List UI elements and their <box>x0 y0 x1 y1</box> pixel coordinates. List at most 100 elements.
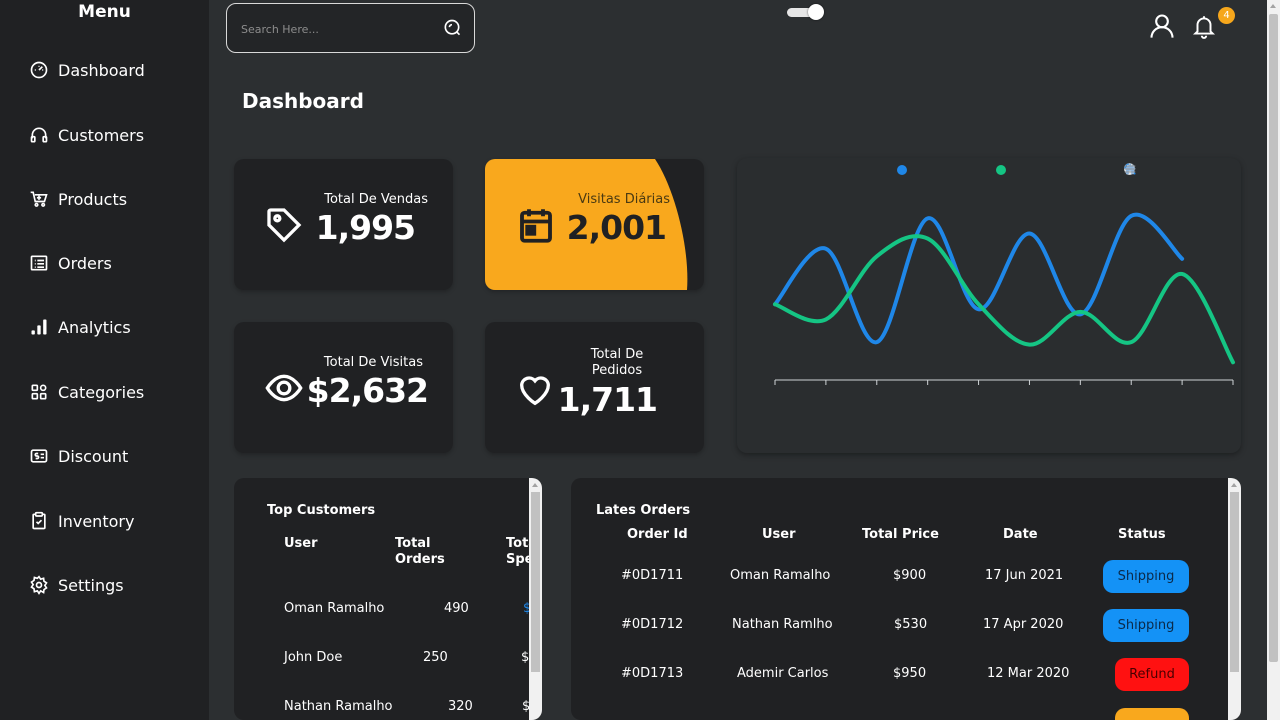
cell-user: Nathan Ramalho <box>284 699 393 714</box>
cell-date: 17 Jun 2021 <box>985 568 1064 583</box>
sidebar-item-label: Orders <box>58 253 112 273</box>
stat-card-total-orders: Total De Pedidos 1,711 <box>485 322 704 453</box>
magnifier-icon[interactable] <box>1124 162 1174 177</box>
zoom-out-icon[interactable] <box>1124 162 1156 177</box>
sidebar-item-label: Categories <box>58 382 145 402</box>
stat-value: 1,711 <box>557 380 658 419</box>
stat-value: 2,001 <box>566 208 667 247</box>
gauge-icon <box>28 59 50 81</box>
cell-date: 12 Mar 2020 <box>987 666 1070 681</box>
sidebar-item-label: Discount <box>58 446 129 466</box>
sidebar-item-customers[interactable]: Customers <box>28 120 144 150</box>
sidebar-item-label: Settings <box>58 575 124 595</box>
legend-marker-series-1[interactable] <box>897 165 907 175</box>
menu-title: Menu <box>78 2 131 22</box>
column-header-total-orders: Total Orders <box>395 536 445 567</box>
series-line-1 <box>773 212 1185 345</box>
legend-marker-series-2[interactable] <box>996 165 1006 175</box>
stat-card-total-sales: Total De Vendas 1,995 <box>234 159 453 290</box>
sidebar-item-settings[interactable]: Settings <box>28 570 124 600</box>
eye-icon <box>265 374 303 402</box>
sidebar-item-analytics[interactable]: Analytics <box>28 312 131 342</box>
sidebar-item-discount[interactable]: Discount <box>28 441 128 471</box>
stat-value: 1,995 <box>315 208 416 247</box>
sidebar-item-orders[interactable]: Orders <box>28 248 112 278</box>
top-customers-panel: Top Customers User Total Orders Total Sp… <box>234 478 542 720</box>
sidebar-item-label: Dashboard <box>58 60 145 80</box>
stat-label: Total De Pedidos <box>590 347 644 378</box>
column-header-total-price: Total Price <box>862 527 939 542</box>
search-box <box>226 3 475 53</box>
notification-badge: 4 <box>1218 7 1235 24</box>
panel-title: Lates Orders <box>596 503 691 518</box>
grid-icon <box>28 381 50 403</box>
toggle-knob <box>808 4 824 20</box>
stat-label: Total De Vendas <box>324 192 428 207</box>
cell-order-id: #0D1713 <box>621 666 684 681</box>
column-header-user: User <box>762 527 796 542</box>
stat-card-daily-visits: Visitas Diárias 2,001 <box>485 159 704 290</box>
theme-toggle[interactable] <box>786 4 826 20</box>
cart-icon <box>28 188 50 210</box>
search-icon[interactable] <box>442 18 462 38</box>
line-chart <box>773 165 1235 385</box>
sidebar-item-label: Customers <box>58 125 145 145</box>
bar-chart-icon <box>28 316 50 338</box>
stat-card-total-visits: Total De Visitas $2,632 <box>234 322 453 453</box>
panel-scrollbar[interactable] <box>1228 478 1241 720</box>
sidebar-item-label: Products <box>58 189 128 209</box>
bell-icon[interactable] <box>1191 12 1217 40</box>
sidebar-item-label: Inventory <box>58 511 135 531</box>
cell-user: Ademir Carlos <box>737 666 829 681</box>
headphones-icon <box>28 124 50 146</box>
status-badge: Shipping <box>1103 560 1189 593</box>
heart-icon <box>519 376 551 406</box>
column-header-order-id: Order Id <box>627 527 688 542</box>
sidebar: Menu Dashboard Customers Products Orders… <box>0 0 209 720</box>
sidebar-item-categories[interactable]: Categories <box>28 377 144 407</box>
cell-price: $950 <box>893 666 927 681</box>
sidebar-item-inventory[interactable]: Inventory <box>28 506 134 536</box>
calendar-icon <box>520 209 552 243</box>
sidebar-item-dashboard[interactable]: Dashboard <box>28 55 145 85</box>
cell-user: Oman Ramalho <box>284 601 385 616</box>
status-badge: Refund <box>1115 658 1189 691</box>
search-input[interactable] <box>241 18 441 40</box>
cell-price: $530 <box>894 617 928 632</box>
sidebar-item-products[interactable]: Products <box>28 184 127 214</box>
panel-title: Top Customers <box>267 503 376 518</box>
scroll-thumb[interactable] <box>1269 14 1278 662</box>
cell-orders: 320 <box>448 699 473 714</box>
page-scrollbar[interactable] <box>1267 0 1280 720</box>
clipboard-check-icon <box>28 510 50 532</box>
cell-user: John Doe <box>284 650 343 665</box>
status-badge: Shipping <box>1103 609 1189 642</box>
chart-toolbar <box>1123 162 1228 177</box>
column-header-date: Date <box>1003 527 1038 542</box>
tag-icon <box>267 208 302 243</box>
cell-user: Oman Ramalho <box>730 568 831 583</box>
column-header-status: Status <box>1118 527 1166 542</box>
menu-icon[interactable] <box>1124 162 1228 177</box>
cell-order-id: #0D1711 <box>621 568 684 583</box>
user-icon[interactable] <box>1148 12 1176 40</box>
cell-orders: 490 <box>444 601 469 616</box>
status-badge-partial <box>1115 708 1189 720</box>
sidebar-item-label: Analytics <box>58 317 131 337</box>
scroll-up-arrow[interactable] <box>1270 4 1276 8</box>
panel-scrollbar[interactable] <box>529 478 542 720</box>
dollar-tag-icon <box>28 445 50 467</box>
cell-user: Nathan Ramlho <box>732 617 833 632</box>
stat-value: $2,632 <box>306 371 429 410</box>
stat-label: Visitas Diárias <box>578 192 670 207</box>
list-icon <box>28 252 50 274</box>
series-line-2 <box>773 234 1235 365</box>
column-header-user: User <box>284 536 318 551</box>
latest-orders-panel: Lates Orders Order Id User Total Price D… <box>571 478 1241 720</box>
gear-icon <box>28 574 50 596</box>
pan-hand-icon[interactable] <box>1124 162 1192 177</box>
home-icon[interactable] <box>1124 162 1210 177</box>
page-title: Dashboard <box>242 89 364 113</box>
cell-date: 17 Apr 2020 <box>983 617 1064 632</box>
cell-orders: 250 <box>423 650 448 665</box>
